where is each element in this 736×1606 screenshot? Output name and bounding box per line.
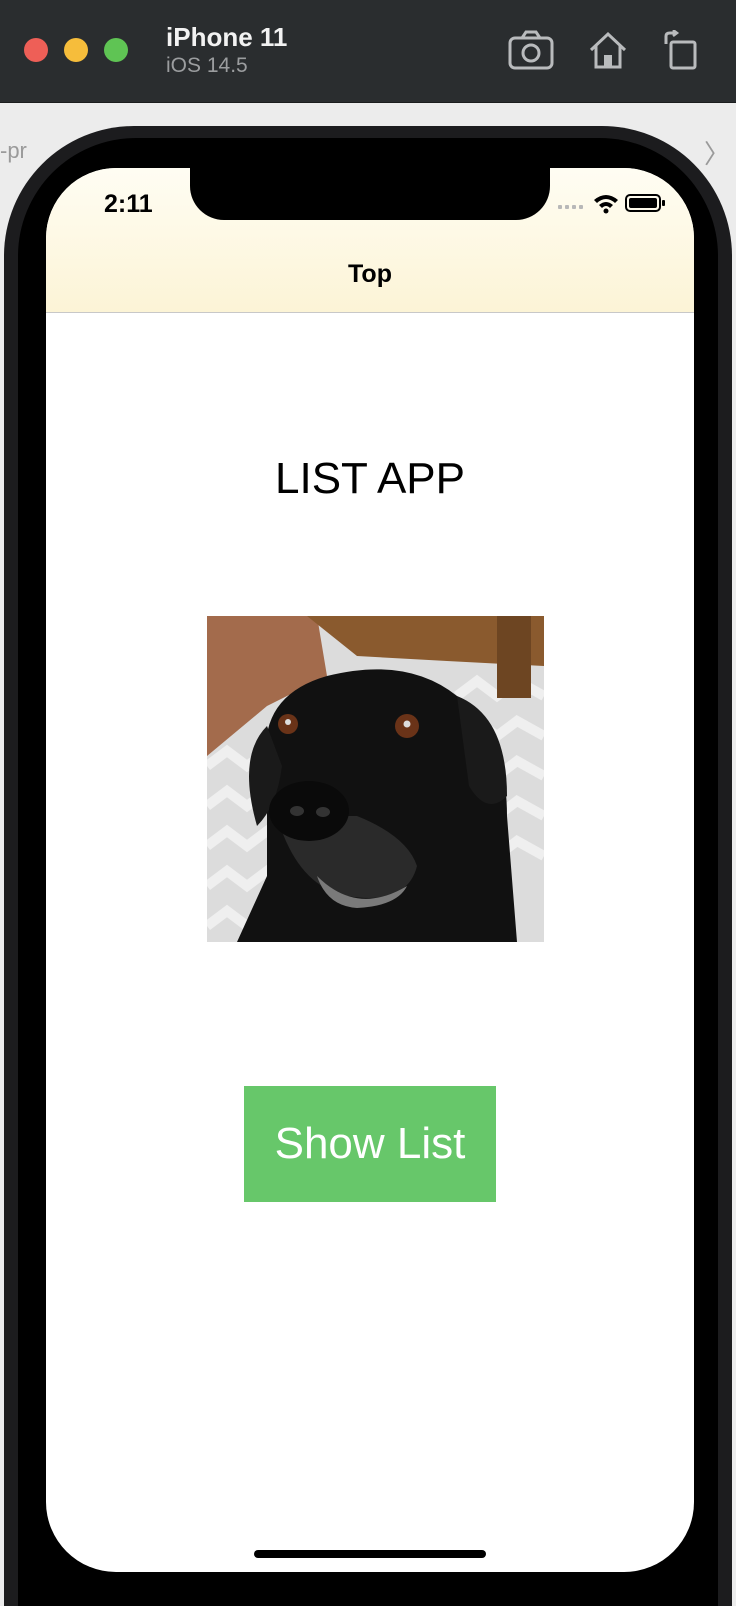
device-name: iPhone 11 — [166, 22, 288, 52]
background-chevron: 〉 — [703, 139, 730, 169]
close-window-button[interactable] — [24, 38, 48, 62]
background-partial-text: -pr — [0, 138, 27, 163]
simulator-titlebar: iPhone 11 iOS 14.5 — [0, 0, 736, 103]
zoom-window-button[interactable] — [104, 38, 128, 62]
os-version: iOS 14.5 — [166, 54, 248, 77]
status-icons — [558, 192, 668, 219]
home-icon[interactable] — [588, 30, 628, 70]
rotate-icon[interactable] — [662, 30, 698, 70]
nav-title: Top — [348, 260, 392, 288]
screenshot-icon[interactable] — [508, 30, 554, 70]
wifi-icon — [594, 195, 618, 214]
home-indicator[interactable] — [254, 1550, 486, 1558]
navigation-header: 2:11 Top — [46, 168, 694, 313]
dog-photo — [207, 616, 544, 942]
status-time: 2:11 — [104, 190, 153, 218]
show-list-button[interactable]: Show List — [244, 1086, 496, 1202]
device-notch — [190, 168, 550, 220]
battery-icon — [625, 194, 665, 212]
minimize-window-button[interactable] — [64, 38, 88, 62]
app-title: LIST APP — [275, 454, 465, 503]
phone-screen: 2:11 Top LIST APP Show List — [46, 168, 694, 1572]
cellular-signal-icon — [558, 205, 583, 209]
